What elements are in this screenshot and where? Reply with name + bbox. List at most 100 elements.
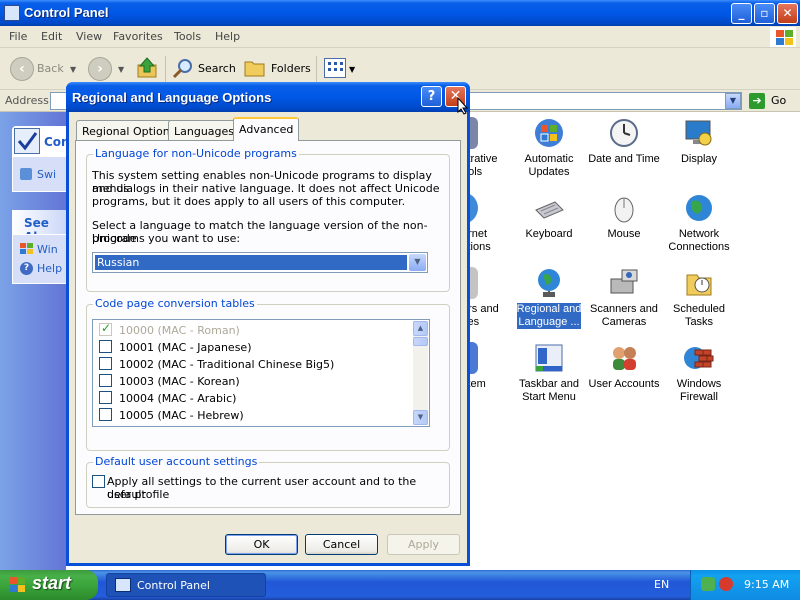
search-icon[interactable] (172, 57, 194, 79)
start-label: start (32, 573, 72, 593)
dialog-title: Regional and Language Options (72, 90, 272, 105)
see-also-header[interactable]: See Als (12, 210, 72, 244)
cancel-button[interactable]: Cancel (305, 534, 378, 555)
forward-arrow-icon[interactable]: › (88, 57, 112, 81)
default-user-group-title: Default user account settings (93, 455, 260, 468)
help-icon: ? (20, 262, 33, 275)
clock[interactable]: 9:15 AM (744, 578, 789, 591)
maximize-button[interactable]: ▫ (754, 3, 775, 24)
close-button[interactable]: ✕ (777, 3, 798, 24)
switch-view-icon (20, 168, 32, 180)
scroll-thumb[interactable] (413, 337, 428, 346)
folders-button[interactable]: Folders (271, 62, 311, 75)
code-page-checkbox[interactable] (99, 391, 112, 404)
cp-item-label: Scanners and Cameras (590, 303, 658, 328)
apply-button[interactable]: Apply (387, 534, 460, 555)
tab-languages[interactable]: Languages (168, 120, 241, 140)
code-page-checkbox[interactable] (99, 321, 112, 336)
menu-help[interactable]: Help (215, 30, 240, 43)
views-dropdown-icon[interactable]: ▼ (349, 65, 355, 74)
taskbar-control-panel-button[interactable]: Control Panel (106, 573, 266, 597)
apply-default-user-label-line-2[interactable]: user profile (107, 488, 169, 501)
non-unicode-group: Language for non-Unicode programs This s… (86, 147, 450, 292)
code-page-label: 10000 (MAC - Roman) (119, 324, 240, 337)
apply-default-user-checkbox[interactable] (92, 475, 105, 488)
cp-item-user-accounts[interactable]: User Accounts (587, 342, 661, 391)
cp-item-label: Scheduled Tasks (673, 303, 725, 328)
window-titlebar[interactable]: Control Panel _ ▫ ✕ (0, 0, 800, 26)
back-dropdown-icon[interactable]: ▼ (70, 65, 76, 74)
cp-item-scanners-and-cameras[interactable]: Scanners and Cameras (587, 267, 661, 329)
network-globe-icon (683, 192, 715, 224)
switch-view-link[interactable]: Swi (37, 168, 56, 181)
tab-regional-options[interactable]: Regional Options (76, 120, 182, 140)
advanced-tab-page: Language for non-Unicode programs This s… (75, 140, 461, 515)
regional-globe-icon (533, 267, 565, 299)
code-page-list[interactable]: 10000 (MAC - Roman) 10001 (MAC - Japanes… (92, 319, 430, 427)
go-button[interactable]: Go (771, 94, 786, 107)
cp-item-network-connections[interactable]: Network Connections (662, 192, 736, 254)
menu-bar: File Edit View Favorites Tools Help (0, 26, 800, 48)
scheduled-tasks-icon (683, 267, 715, 299)
code-page-label: 10002 (MAC - Traditional Chinese Big5) (119, 358, 335, 371)
menu-file[interactable]: File (9, 30, 27, 43)
code-page-label: 10004 (MAC - Arabic) (119, 392, 237, 405)
forward-dropdown-icon[interactable]: ▼ (118, 65, 124, 74)
dialog-body: Regional Options Languages Advanced Lang… (69, 112, 467, 563)
network-tray-icon[interactable] (701, 577, 715, 591)
up-folder-icon[interactable] (137, 57, 157, 79)
users-icon (608, 342, 640, 374)
see-also-help-link[interactable]: Help (37, 262, 62, 275)
menu-favorites[interactable]: Favorites (113, 30, 163, 43)
address-dropdown-icon[interactable]: ▼ (725, 93, 741, 109)
non-unicode-description-line-2: and dialogs in their native language. It… (92, 182, 440, 195)
scroll-up-icon[interactable]: ▲ (413, 321, 428, 336)
cp-item-windows-firewall[interactable]: Windows Firewall (662, 342, 736, 404)
code-page-checkbox[interactable] (99, 357, 112, 370)
cp-item-date-and-time[interactable]: Date and Time (587, 117, 661, 166)
cp-item-regional-and-language[interactable]: Regional and Language ... (512, 267, 586, 329)
cp-item-mouse[interactable]: Mouse (587, 192, 661, 241)
go-arrow-icon[interactable]: ➔ (749, 93, 765, 109)
cp-item-keyboard[interactable]: Keyboard (512, 192, 586, 241)
cp-item-automatic-updates[interactable]: Automatic Updates (512, 117, 586, 179)
menu-tools[interactable]: Tools (174, 30, 201, 43)
language-prompt-line-2: programs you want to use: (92, 232, 241, 245)
ok-button[interactable]: OK (225, 534, 298, 555)
scanner-camera-icon (608, 267, 640, 299)
minimize-button[interactable]: _ (731, 3, 752, 24)
code-page-checkbox[interactable] (99, 374, 112, 387)
cp-item-taskbar-and-start-menu[interactable]: Taskbar and Start Menu (512, 342, 586, 404)
windows-logo-icon (770, 27, 796, 47)
back-arrow-icon[interactable]: ‹ (10, 57, 34, 81)
language-indicator[interactable]: EN (654, 578, 669, 591)
cp-item-display[interactable]: Display (662, 117, 736, 166)
code-page-group: Code page conversion tables 10000 (MAC -… (86, 297, 450, 451)
views-icon[interactable] (324, 58, 346, 78)
language-select[interactable]: Russian ▼ (92, 252, 428, 273)
menu-edit[interactable]: Edit (41, 30, 62, 43)
security-alert-icon[interactable] (719, 577, 733, 591)
dialog-help-button[interactable]: ? (421, 86, 442, 107)
language-select-value: Russian (95, 255, 407, 270)
see-also-windows-update-link[interactable]: Win (37, 243, 58, 256)
firewall-icon (683, 342, 715, 374)
see-also-box: Win ? Help (12, 234, 72, 284)
cp-item-label: Windows Firewall (676, 378, 722, 403)
non-unicode-description-line-3: programs, but it does apply to all users… (92, 195, 406, 208)
control-panel-header-box: Contr (12, 126, 81, 156)
folders-icon[interactable] (244, 59, 266, 77)
menu-view[interactable]: View (76, 30, 102, 43)
code-page-checkbox[interactable] (99, 408, 112, 421)
scroll-down-icon[interactable]: ▼ (413, 410, 428, 425)
start-button[interactable]: start (0, 570, 98, 600)
code-page-scrollbar[interactable]: ▲ ▼ (413, 321, 428, 425)
back-button[interactable]: Back (37, 62, 64, 75)
code-page-checkbox[interactable] (99, 340, 112, 353)
chevron-down-icon[interactable]: ▼ (409, 254, 426, 271)
cp-item-scheduled-tasks[interactable]: Scheduled Tasks (662, 267, 736, 329)
dialog-titlebar[interactable]: Regional and Language Options ? ✕ (66, 82, 470, 112)
search-button[interactable]: Search (198, 62, 236, 75)
tab-advanced[interactable]: Advanced (233, 117, 300, 141)
cp-item-label: Display (680, 153, 718, 165)
